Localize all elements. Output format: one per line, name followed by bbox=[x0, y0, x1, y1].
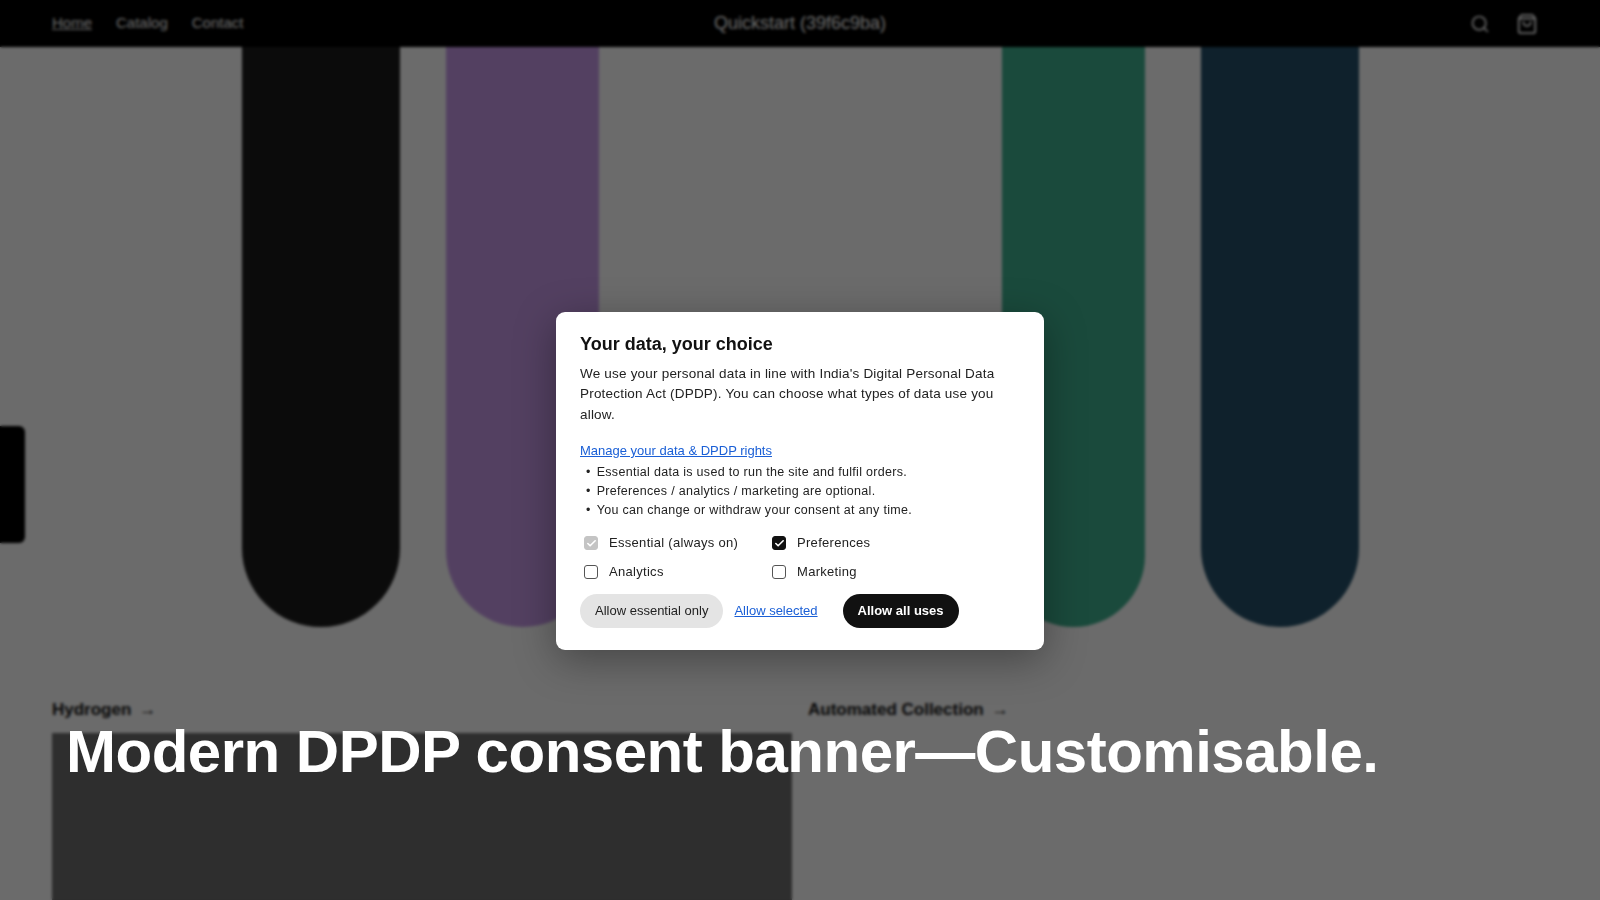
check-icon bbox=[774, 538, 785, 549]
allow-essential-button[interactable]: Allow essential only bbox=[580, 594, 723, 628]
allow-selected-button[interactable]: Allow selected bbox=[732, 594, 819, 628]
consent-option[interactable]: Preferences bbox=[772, 533, 1020, 553]
action-slot: Allow essential only bbox=[580, 594, 723, 628]
consent-actions: Allow essential only Allow selected Allow … bbox=[580, 594, 1020, 628]
bullet-item: •Essential data is used to run the site … bbox=[586, 463, 1020, 482]
bullet-icon: • bbox=[586, 501, 591, 520]
consent-options: Essential (always on) Preferences Analytic… bbox=[580, 533, 1020, 582]
option-label: Analytics bbox=[609, 562, 664, 582]
consent-modal: Your data, your choice We use your person… bbox=[556, 312, 1044, 650]
manage-rights-link[interactable]: Manage your data & DPDP rights bbox=[580, 442, 1020, 460]
option-label: Marketing bbox=[797, 562, 857, 582]
bullet-item: •You can change or withdraw your consent… bbox=[586, 501, 1020, 520]
caption: Modern DPDP consent banner—Customisable. bbox=[66, 722, 1378, 782]
check-icon bbox=[586, 538, 597, 549]
option-label: Preferences bbox=[797, 533, 870, 553]
checkbox[interactable] bbox=[584, 565, 598, 579]
action-slot: Allow all uses bbox=[843, 594, 959, 628]
consent-option: Essential (always on) bbox=[584, 533, 772, 553]
checkbox bbox=[584, 536, 598, 550]
consent-option[interactable]: Marketing bbox=[772, 562, 1020, 582]
checkbox[interactable] bbox=[772, 536, 786, 550]
checkbox[interactable] bbox=[772, 565, 786, 579]
consent-title: Your data, your choice bbox=[580, 332, 1020, 356]
bullet-icon: • bbox=[586, 463, 591, 482]
app: HomeCatalogContactQuickstart (39f6c9ba)H… bbox=[0, 0, 1600, 900]
bullet-item: •Preferences / analytics / marketing are… bbox=[586, 482, 1020, 501]
consent-bullets: •Essential data is used to run the site … bbox=[580, 463, 1020, 520]
action-slot: Allow selected bbox=[732, 594, 819, 628]
allow-all-button[interactable]: Allow all uses bbox=[843, 594, 959, 628]
consent-body: We use your personal data in line with I… bbox=[580, 364, 1020, 425]
bullet-icon: • bbox=[586, 482, 591, 501]
option-label: Essential (always on) bbox=[609, 533, 738, 553]
consent-option[interactable]: Analytics bbox=[584, 562, 772, 582]
